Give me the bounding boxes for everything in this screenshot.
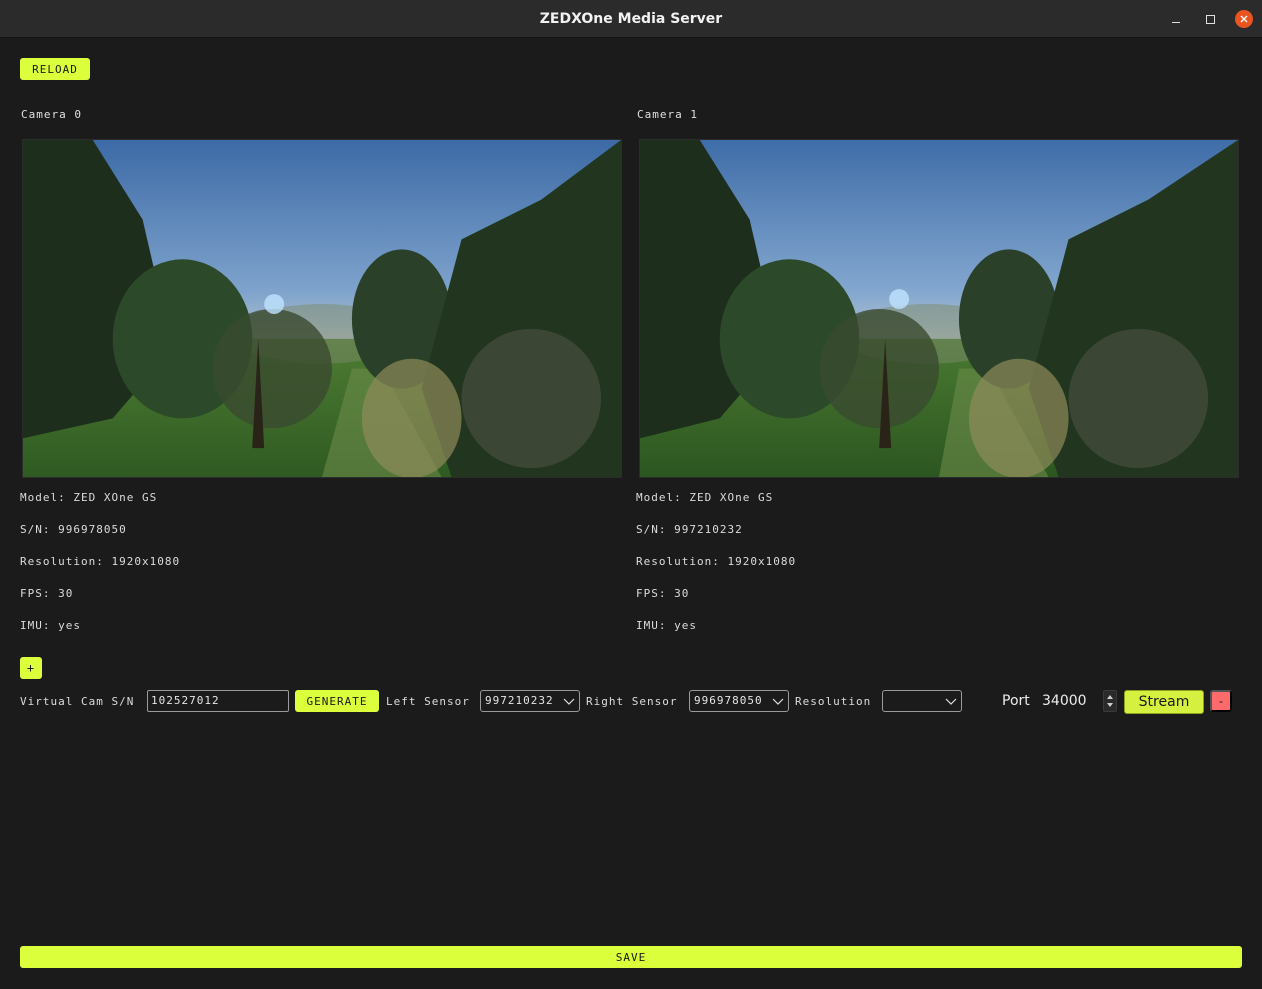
camera-0-fps: FPS: 30 bbox=[20, 587, 74, 600]
left-sensor-value: 997210232 bbox=[485, 694, 554, 707]
resolution-label: Resolution bbox=[795, 695, 872, 708]
stream-button[interactable]: Stream bbox=[1124, 690, 1204, 714]
virtual-cam-sn-label: Virtual Cam S/N bbox=[20, 695, 135, 708]
camera-0-label: Camera 0 bbox=[21, 108, 82, 121]
window-title: ZEDXOne Media Server bbox=[539, 10, 723, 27]
remove-virtual-camera-button[interactable]: - bbox=[1210, 690, 1232, 712]
camera-1-serial: S/N: 997210232 bbox=[636, 523, 743, 536]
spinner-up-icon[interactable] bbox=[1107, 695, 1113, 699]
port-input[interactable]: 34000 bbox=[1042, 693, 1087, 709]
virtual-camera-row: Virtual Cam S/N 102527012 GENERATE Left … bbox=[0, 690, 1262, 714]
spinner-down-icon[interactable] bbox=[1107, 703, 1113, 707]
camera-1-resolution: Resolution: 1920x1080 bbox=[636, 555, 797, 568]
camera-0-model: Model: ZED XOne GS bbox=[20, 491, 158, 504]
close-icon[interactable] bbox=[1235, 10, 1253, 28]
left-sensor-label: Left Sensor bbox=[386, 695, 470, 708]
title-bar: ZEDXOne Media Server bbox=[0, 0, 1262, 38]
port-spinner[interactable] bbox=[1103, 690, 1117, 712]
maximize-icon[interactable] bbox=[1201, 10, 1219, 28]
save-button[interactable]: SAVE bbox=[20, 946, 1242, 968]
right-sensor-select[interactable]: 996978050 bbox=[689, 690, 789, 712]
camera-1-model: Model: ZED XOne GS bbox=[636, 491, 774, 504]
generate-button[interactable]: GENERATE bbox=[295, 690, 379, 712]
camera-0-resolution: Resolution: 1920x1080 bbox=[20, 555, 181, 568]
camera-0-preview bbox=[22, 139, 622, 478]
add-virtual-camera-button[interactable]: + bbox=[20, 657, 42, 679]
chevron-down-icon bbox=[945, 698, 957, 705]
camera-1-fps: FPS: 30 bbox=[636, 587, 690, 600]
camera-1-imu: IMU: yes bbox=[636, 619, 697, 632]
chevron-down-icon bbox=[772, 698, 784, 705]
virtual-cam-sn-input[interactable]: 102527012 bbox=[147, 690, 289, 712]
app-window: ZEDXOne Media Server RELOAD Camera 0 Cam… bbox=[0, 0, 1262, 989]
minimize-icon[interactable] bbox=[1167, 10, 1185, 28]
chevron-down-icon bbox=[563, 698, 575, 705]
right-sensor-value: 996978050 bbox=[694, 694, 763, 707]
right-sensor-label: Right Sensor bbox=[586, 695, 678, 708]
resolution-select[interactable] bbox=[882, 690, 962, 712]
left-sensor-select[interactable]: 997210232 bbox=[480, 690, 580, 712]
camera-1-preview bbox=[639, 139, 1239, 478]
port-label: Port bbox=[1002, 693, 1030, 709]
camera-0-imu: IMU: yes bbox=[20, 619, 81, 632]
reload-button[interactable]: RELOAD bbox=[20, 58, 90, 80]
camera-0-serial: S/N: 996978050 bbox=[20, 523, 127, 536]
camera-1-label: Camera 1 bbox=[637, 108, 698, 121]
